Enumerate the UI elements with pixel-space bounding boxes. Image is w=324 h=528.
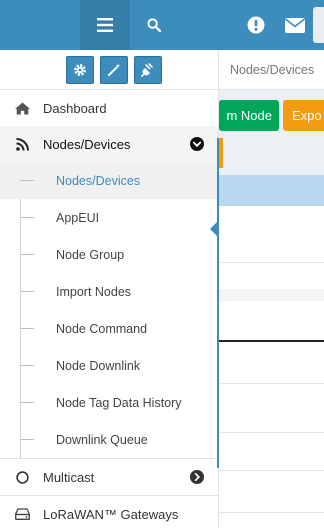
table-header-band	[219, 175, 324, 206]
chevron-right-circle-icon	[190, 470, 204, 487]
submenu-item-node-group[interactable]: Node Group	[0, 236, 218, 273]
submenu-item-appeui[interactable]: AppEUI	[0, 199, 218, 236]
rss-icon	[14, 137, 30, 151]
alerts-button[interactable]	[235, 0, 277, 50]
sidebar-item-label: LoRaWAN™ Gateways	[43, 506, 179, 522]
submenu-item-node-command[interactable]: Node Command	[0, 310, 218, 347]
search-icon	[147, 18, 161, 32]
sidebar-item-label: Multicast	[43, 469, 95, 485]
export-button[interactable]: Expo	[283, 100, 324, 131]
sidebar-item-lorawan-gateways[interactable]: LoRaWAN™ Gateways	[0, 496, 218, 528]
bars-icon	[97, 18, 113, 32]
data-table-panel	[219, 175, 324, 528]
top-navbar	[0, 0, 324, 50]
messages-button[interactable]	[277, 0, 313, 50]
exclamation-circle-icon	[247, 16, 265, 34]
sidebar: Dashboard Nodes/Devices Nodes/Devices Ap…	[0, 50, 220, 528]
sidebar-item-label: Dashboard	[43, 100, 107, 116]
circle-outline-icon	[14, 470, 30, 484]
active-indicator-caret	[210, 220, 219, 238]
plugin-button[interactable]	[134, 55, 162, 84]
settings-button[interactable]	[66, 55, 94, 84]
sidebar-item-nodes-devices[interactable]: Nodes/Devices	[0, 126, 218, 162]
submenu-item-nodes-devices[interactable]: Nodes/Devices	[0, 162, 218, 199]
envelope-icon	[285, 17, 305, 33]
sidebar-item-multicast[interactable]: Multicast	[0, 459, 218, 495]
submenu-item-import-nodes[interactable]: Import Nodes	[0, 273, 218, 310]
nodes-devices-submenu: Nodes/Devices AppEUI Node Group Import N…	[0, 162, 218, 458]
gear-icon	[74, 63, 86, 76]
submenu-item-downlink-queue[interactable]: Downlink Queue	[0, 421, 218, 458]
sidebar-toolbar	[0, 50, 218, 90]
plug-icon	[141, 62, 153, 77]
chevron-down-circle-icon	[190, 137, 204, 154]
breadcrumb[interactable]: Nodes/Devices	[219, 50, 324, 90]
orange-tab-edge[interactable]	[219, 138, 223, 168]
sidebar-toggle-button[interactable]	[80, 0, 130, 50]
submenu-item-node-tag-data-history[interactable]: Node Tag Data History	[0, 384, 218, 421]
main-content: Nodes/Devices m Node Expo	[219, 50, 324, 528]
magic-wand-icon	[108, 63, 121, 76]
wizard-button[interactable]	[100, 55, 128, 84]
user-avatar[interactable]	[313, 7, 324, 43]
home-icon	[14, 102, 30, 115]
sidebar-item-dashboard[interactable]: Dashboard	[0, 90, 218, 126]
search-button[interactable]	[130, 0, 178, 50]
hdd-icon	[14, 508, 30, 520]
add-node-button[interactable]: m Node	[219, 100, 279, 131]
submenu-item-node-downlink[interactable]: Node Downlink	[0, 347, 218, 384]
sidebar-item-label: Nodes/Devices	[43, 136, 131, 152]
